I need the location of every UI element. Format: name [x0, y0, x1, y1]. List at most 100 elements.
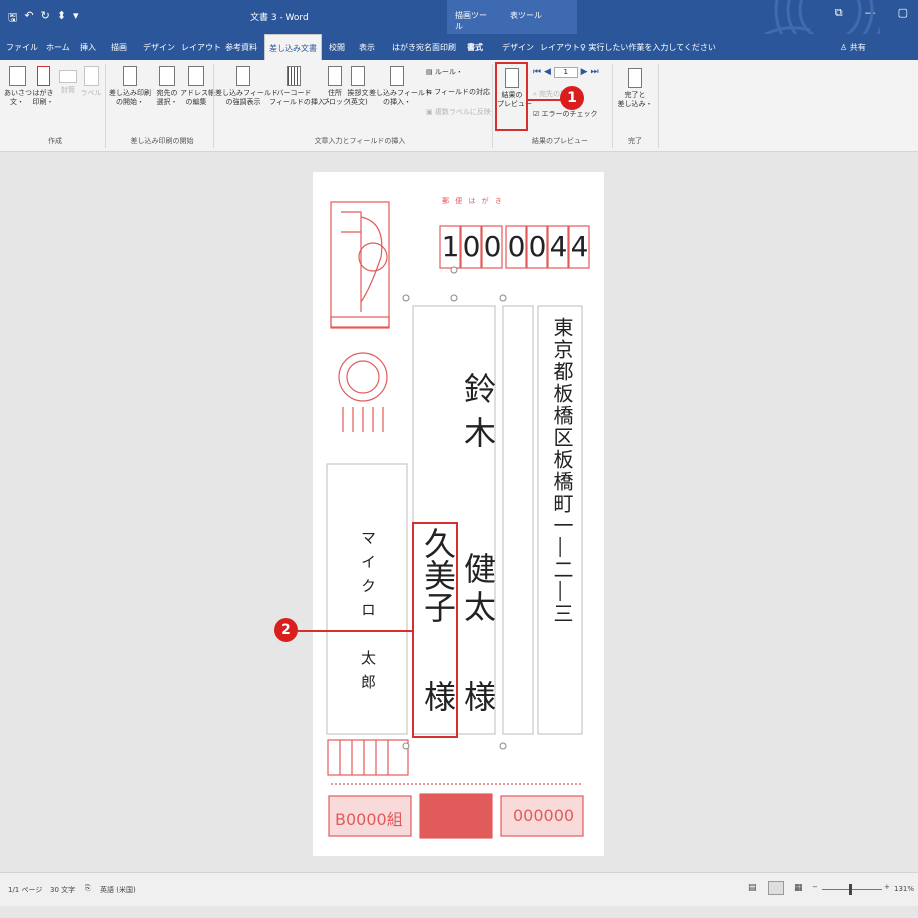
recipient-given-name[interactable]: 健太 [455, 552, 501, 628]
tab-format[interactable]: 書式 [467, 34, 483, 60]
postcard-print-button[interactable]: はがき 印刷・ [30, 66, 56, 107]
proofing-icon[interactable]: ⎘ [85, 884, 91, 893]
finish-merge-button[interactable]: 完了と 差し込み・ [617, 68, 653, 109]
page-count[interactable]: 1/1 ページ [8, 885, 42, 895]
tab-home[interactable]: ホーム [46, 34, 70, 60]
match-fields-button[interactable]: ⇆ フィールドの対応 [426, 88, 490, 97]
tab-postcard-print[interactable]: はがき宛名面印刷 [392, 34, 456, 60]
tab-review[interactable]: 校閲 [329, 34, 345, 60]
context-tab-table-tools: 表ツール [502, 0, 577, 34]
envelope-label: 封筒 [61, 86, 75, 94]
share-label: 共有 [850, 43, 866, 52]
maximize-icon[interactable]: ▢ [898, 6, 908, 20]
preview-highlight-box [495, 62, 528, 131]
tab-draw[interactable]: 描画 [111, 34, 127, 60]
greeting-letter-button[interactable]: あいさつ 文・ [4, 66, 30, 107]
save-icon[interactable]: 🖫 [8, 9, 17, 28]
redo-icon[interactable]: ↻ [41, 9, 50, 28]
postcard-icon [37, 66, 50, 86]
last-record-icon[interactable]: ⏭ [590, 67, 598, 77]
read-mode-icon[interactable]: ▤ [748, 883, 757, 893]
group-separator [213, 64, 214, 148]
zoom-in-icon[interactable]: + [884, 883, 890, 891]
labels-button[interactable]: ラベル [80, 66, 102, 98]
rules-label: ルール・ [435, 68, 463, 76]
tab-mailings[interactable]: 差し込み文書 [264, 34, 322, 61]
person-icon: ♙ [840, 43, 847, 52]
envelope-icon [59, 70, 77, 83]
lottery-number: 000000 [513, 806, 574, 825]
previous-record-icon[interactable]: ◀ [544, 67, 551, 77]
highlight-fields-button[interactable]: 差し込みフィールド の強調表示 [215, 66, 271, 107]
finish-merge-icon [628, 68, 642, 88]
highlight-icon [236, 66, 250, 86]
tab-insert[interactable]: 挿入 [80, 34, 96, 60]
tab-file[interactable]: ファイル [6, 34, 38, 60]
group-separator [612, 64, 613, 148]
rules-button[interactable]: ▤ ルール・ [426, 68, 463, 77]
insert-merge-field-button[interactable]: 差し込みフィールド の挿入・ [369, 66, 425, 107]
document-title: 文書 3 - Word [250, 10, 309, 23]
postal-digit: 4 [569, 230, 590, 263]
next-record-icon[interactable]: ▶ [581, 67, 588, 77]
lightbulb-icon: ♀ [580, 43, 586, 52]
recipient-address[interactable]: 東京都板橋区板橋町一―二―三 [548, 317, 577, 625]
tab-table-layout[interactable]: レイアウト [540, 34, 580, 60]
postcard-header: 郵 便 は が き [442, 196, 592, 206]
document-icon [123, 66, 137, 86]
tell-me-text: 実行したい作業を入力してください [588, 43, 716, 52]
address-block-icon [328, 66, 342, 86]
callout-2-line [298, 630, 413, 632]
edit-recipient-list-label: アドレス帳 の編集 [180, 89, 215, 106]
print-layout-icon[interactable] [768, 881, 784, 895]
touch-mode-icon[interactable]: ⬍ [57, 9, 66, 28]
check-errors-label: エラーのチェック [542, 110, 598, 118]
group-preview-label: 結果のプレビュー [520, 136, 600, 146]
status-bar: 1/1 ページ 30 文字 ⎘ 英語 (米国) ▤ ▦ − + 131% [0, 872, 918, 906]
postal-code: 1 0 0 0 0 4 4 [440, 230, 590, 263]
zoom-out-icon[interactable]: − [812, 883, 818, 891]
zoom-slider-thumb[interactable] [849, 884, 852, 895]
tab-design[interactable]: デザイン [143, 34, 175, 60]
first-record-icon[interactable]: ⏮ [533, 67, 541, 77]
select-recipients-button[interactable]: 宛先の 選択・ [152, 66, 182, 107]
insert-field-icon [390, 66, 404, 86]
update-labels-button[interactable]: ▣ 複数ラベルに反映 [426, 108, 491, 117]
document-page: 郵 便 は が き 1 0 0 0 0 4 4 東京都板橋区板橋町一―二―三 鈴… [313, 172, 604, 856]
callout-1-line [528, 99, 564, 101]
web-layout-icon[interactable]: ▦ [794, 883, 803, 893]
start-mail-merge-button[interactable]: 差し込み印刷 の開始・ [109, 66, 151, 107]
group-start-label: 差し込み印刷の開始 [112, 136, 212, 146]
zoom-level[interactable]: 131% [894, 885, 914, 893]
envelope-button[interactable]: 封筒 [57, 66, 79, 95]
recipients-icon [159, 66, 175, 86]
match-fields-icon: ⇆ [426, 88, 432, 96]
context-tab-drawing-tools: 描画ツール [447, 0, 502, 34]
share-button[interactable]: ♙ 共有 [840, 42, 866, 53]
tab-layout[interactable]: レイアウト [181, 34, 221, 60]
find-recipient-icon: ⌕ [533, 90, 537, 98]
undo-icon[interactable]: ↶ [24, 9, 33, 28]
check-errors-button[interactable]: ☑ エラーのチェック [533, 110, 598, 119]
update-labels-icon: ▣ [426, 108, 433, 116]
barcode-field-button[interactable]: バーコード フィールドの挿入・ [269, 66, 319, 107]
group-separator [492, 64, 493, 148]
record-number-input[interactable]: 1 [554, 67, 578, 78]
tell-me-box[interactable]: ♀ 実行したい作業を入力してください [580, 42, 716, 53]
ribbon-tab-bar: ファイル ホーム 挿入 描画 デザイン レイアウト 参考資料 差し込み文書 校閲… [0, 34, 918, 60]
zoom-slider[interactable] [822, 889, 882, 890]
word-count[interactable]: 30 文字 [50, 885, 75, 895]
edit-recipient-list-button[interactable]: アドレス帳 の編集 [180, 66, 212, 107]
greeting-line-icon [351, 66, 365, 86]
postal-digit: 0 [506, 230, 527, 263]
postal-digit: 0 [461, 230, 482, 263]
recipient-surname[interactable]: 鈴木 [455, 372, 501, 460]
postal-digit: 0 [482, 230, 503, 263]
greeting-line-button[interactable]: 挨拶文 (英文) [345, 66, 371, 107]
customize-qat-icon[interactable]: ▾ [73, 9, 79, 28]
tab-table-design[interactable]: デザイン [502, 34, 534, 60]
tab-references[interactable]: 参考資料 [225, 34, 257, 60]
greeting-letter-label: あいさつ 文・ [4, 89, 32, 106]
language-indicator[interactable]: 英語 (米国) [100, 885, 136, 895]
tab-view[interactable]: 表示 [359, 34, 375, 60]
